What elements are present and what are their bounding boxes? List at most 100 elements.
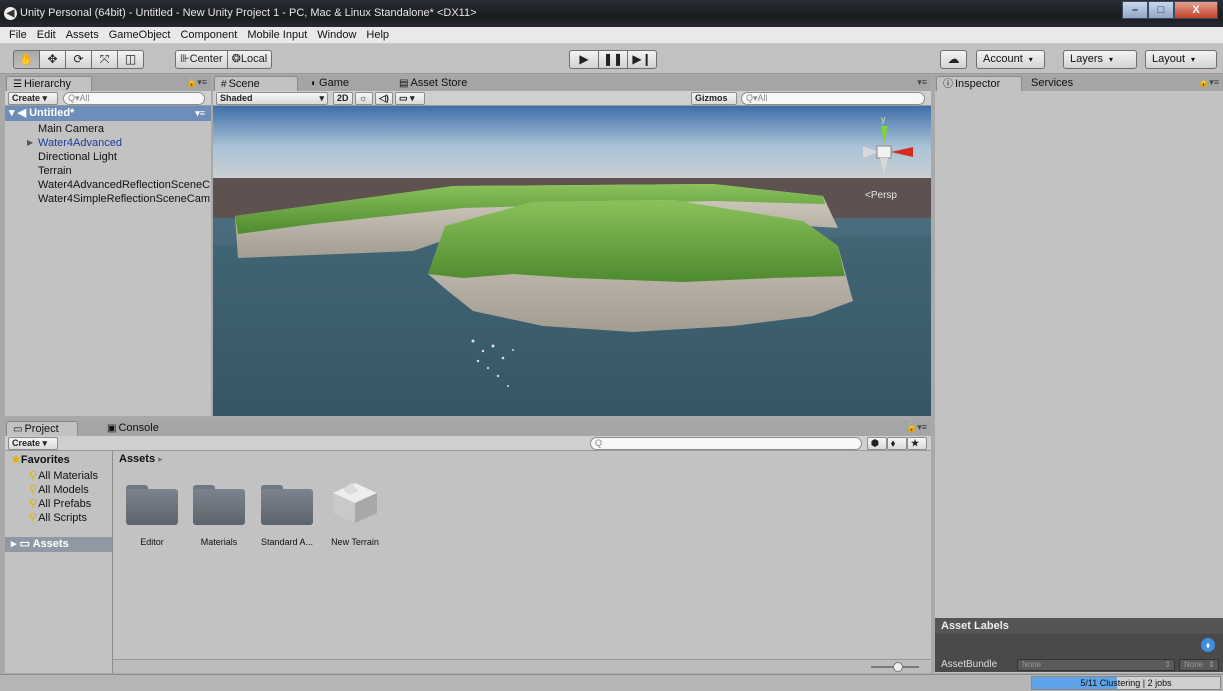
menu-component[interactable]: Component: [175, 27, 242, 43]
tab-asset-store[interactable]: ▤ Asset Store: [393, 76, 483, 91]
asset-new-terrain[interactable]: New Terrain: [321, 483, 389, 547]
filter-label-icon[interactable]: ⬧: [887, 437, 907, 450]
tab-services[interactable]: Services: [1025, 76, 1089, 91]
lock-icon[interactable]: 🔒▾≡: [186, 77, 207, 88]
project-footer: [113, 659, 931, 673]
layout-dropdown[interactable]: Layout ▾: [1145, 50, 1217, 69]
assets-tree-root[interactable]: ▸ ▭ Assets: [5, 537, 112, 552]
play-controls: ▶ ❚❚ ▶❙: [569, 50, 657, 69]
lock-icon[interactable]: 🔒▾≡: [1198, 77, 1219, 88]
tab-console[interactable]: ▣ Console: [101, 421, 171, 436]
menu-edit[interactable]: Edit: [32, 27, 61, 43]
menu-file[interactable]: File: [4, 27, 32, 43]
shading-label: Shaded: [220, 93, 253, 103]
hand-tool-icon[interactable]: ✋: [13, 50, 40, 69]
tab-inspector[interactable]: ⓘ Inspector: [936, 76, 1022, 91]
panel-menu-icon[interactable]: ▾≡: [917, 77, 927, 88]
rect-tool-icon[interactable]: ◫: [117, 50, 144, 69]
search-placeholder: All: [757, 93, 768, 103]
list-icon: ☰: [13, 79, 22, 90]
asset-label: New Terrain: [331, 537, 379, 547]
mode-2d-toggle[interactable]: 2D: [333, 92, 353, 105]
gizmos-dropdown[interactable]: Gizmos ▾: [691, 92, 737, 114]
favorites-header[interactable]: ★Favorites: [5, 453, 70, 467]
tab-project[interactable]: ▭ Project: [6, 421, 78, 436]
effects-dropdown-icon[interactable]: ▭ ▾: [395, 92, 425, 105]
asset-folder-editor[interactable]: Editor: [118, 485, 186, 547]
console-icon: ▣: [107, 423, 117, 434]
asset-folder-standard-assets[interactable]: Standard A...: [253, 485, 321, 547]
maximize-button[interactable]: □: [1148, 1, 1174, 19]
favorite-all-models[interactable]: ⚲All Models: [29, 483, 89, 497]
hierarchy-item[interactable]: Terrain: [5, 164, 211, 178]
breadcrumb[interactable]: Assets ▸: [119, 453, 163, 465]
lighting-toggle-icon[interactable]: ☼: [355, 92, 373, 105]
store-icon: ▤: [399, 78, 409, 89]
cloud-icon[interactable]: ☁: [940, 50, 967, 69]
lock-icon[interactable]: 🔒▾≡: [906, 422, 927, 433]
close-button[interactable]: X: [1174, 1, 1218, 19]
scene-viewport[interactable]: y <Persp: [213, 106, 931, 416]
play-button[interactable]: ▶: [569, 50, 599, 69]
hierarchy-item[interactable]: ▶ Water4Advanced: [5, 136, 211, 150]
tag-icon[interactable]: ⬧: [1201, 638, 1215, 652]
asset-label: Standard A...: [260, 537, 314, 547]
favorite-all-scripts[interactable]: ⚲All Scripts: [29, 511, 87, 525]
space-local-button[interactable]: ❂Local: [226, 50, 273, 69]
asset-folder-materials[interactable]: Materials: [185, 485, 253, 547]
minimize-button[interactable]: –: [1122, 1, 1148, 19]
hierarchy-item[interactable]: Water4SimpleReflectionSceneCam: [5, 192, 211, 206]
menu-window[interactable]: Window: [312, 27, 361, 43]
chevron-down-icon: ▾: [1191, 55, 1196, 64]
assetbundle-variant-dropdown[interactable]: None ⇕: [1179, 659, 1219, 671]
shading-mode-dropdown[interactable]: Shaded ▾: [216, 92, 328, 105]
rotate-tool-icon[interactable]: ⟳: [65, 50, 92, 69]
scene-render: y <Persp: [213, 106, 931, 416]
pause-button[interactable]: ❚❚: [598, 50, 628, 69]
hierarchy-search-input[interactable]: Q▾All: [63, 92, 205, 105]
favorite-all-prefabs[interactable]: ⚲All Prefabs: [29, 497, 91, 511]
scene-menu-icon[interactable]: ▾≡: [195, 106, 205, 121]
inspector-panel: ⓘ Inspector Services 🔒▾≡ Asset Labels ⬧ A…: [935, 75, 1223, 673]
account-dropdown[interactable]: Account ▾: [976, 50, 1045, 69]
favorite-label: All Prefabs: [38, 498, 92, 510]
icon-size-slider[interactable]: [871, 662, 919, 672]
folder-icon: [193, 485, 245, 525]
favorite-all-materials[interactable]: ⚲All Materials: [29, 469, 98, 483]
project-search-input[interactable]: Q: [590, 437, 862, 450]
filter-type-icon[interactable]: ⬢: [867, 437, 887, 450]
step-button[interactable]: ▶❙: [627, 50, 657, 69]
assetbundle-dropdown[interactable]: None ⇕: [1017, 659, 1175, 671]
hierarchy-item[interactable]: Main Camera: [5, 122, 211, 136]
transform-tools: ✋ ✥ ⟳ ⤧ ◫: [13, 50, 144, 69]
hierarchy-item-label: Main Camera: [38, 123, 105, 135]
expand-arrow-icon[interactable]: ▶: [27, 136, 33, 150]
projection-label[interactable]: <Persp: [865, 190, 897, 201]
favorite-star-icon[interactable]: ★: [907, 437, 927, 450]
status-bar: 5/11 Clustering | 2 jobs: [0, 674, 1223, 691]
folder-icon: ▭: [13, 424, 23, 435]
hierarchy-create-dropdown[interactable]: Create ▾: [8, 92, 58, 105]
layers-dropdown[interactable]: Layers ▾: [1063, 50, 1137, 69]
slider-thumb[interactable]: [893, 662, 903, 672]
scale-tool-icon[interactable]: ⤧: [91, 50, 118, 69]
hierarchy-item[interactable]: Water4AdvancedReflectionSceneC: [5, 178, 211, 192]
scene-search-input[interactable]: Q▾All: [741, 92, 925, 105]
menu-help[interactable]: Help: [361, 27, 394, 43]
tab-hierarchy[interactable]: ☰ Hierarchy: [6, 76, 92, 91]
menu-gameobject[interactable]: GameObject: [104, 27, 176, 43]
chevron-down-icon: ⇕: [1208, 660, 1215, 669]
tab-scene[interactable]: # Scene: [214, 76, 298, 91]
audio-toggle-icon[interactable]: ◁): [375, 92, 393, 105]
move-tool-icon[interactable]: ✥: [39, 50, 66, 69]
tab-game[interactable]: ◐ Game: [305, 76, 375, 91]
layout-label: Layout: [1152, 53, 1186, 65]
project-create-dropdown[interactable]: Create ▾: [8, 437, 58, 450]
menu-mobile-input[interactable]: Mobile Input: [242, 27, 312, 43]
pivot-center-button[interactable]: ⊪Center: [175, 50, 228, 69]
scene-root-row[interactable]: ▾ ◀ Untitled* ▾≡: [5, 106, 211, 121]
hierarchy-item[interactable]: Directional Light: [5, 150, 211, 164]
terrain-icon: [329, 483, 381, 525]
favorite-label: All Materials: [38, 470, 98, 482]
menu-assets[interactable]: Assets: [61, 27, 104, 43]
